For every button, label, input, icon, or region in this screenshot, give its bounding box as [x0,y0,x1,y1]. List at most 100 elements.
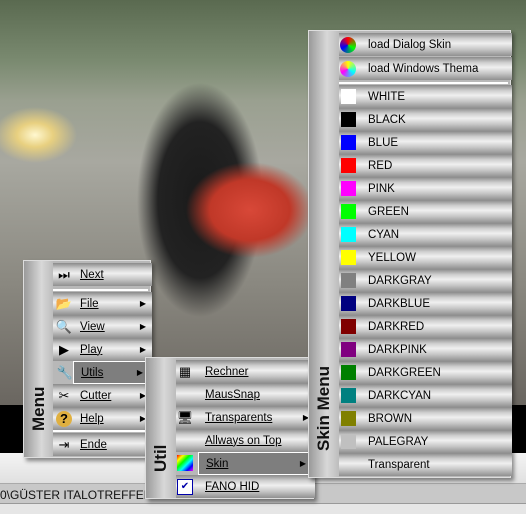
menu-item-label: DARKGRAY [368,274,432,287]
menu-item-transparents[interactable]: 🖥 Transparents ▶ [176,406,315,429]
menu-item-label: DARKGREEN [368,366,441,379]
menu-item-next[interactable]: ⏭ Next [53,263,152,286]
util-menu-sidebar: Util [146,358,176,498]
submenu-arrow-icon: ▶ [136,368,143,377]
menu-item-label: Allways on Top [205,434,282,447]
menu-item-label: DARKPINK [368,343,427,356]
skin-color-palegray[interactable]: PALEGRAY [339,430,512,453]
menu-item-play[interactable]: ▶ Play ▶ [53,338,152,361]
skin-color-white[interactable]: WHITE [339,85,512,108]
exit-icon: ⇥ [58,436,70,452]
color-swatch-icon [341,342,356,357]
menu-item-label: File [80,297,99,310]
main-menu-sidebar: Menu [24,261,53,457]
color-swatch-icon [341,135,356,150]
menu-item-load-windows-thema[interactable]: load Windows Thema [339,57,512,80]
skin-color-darkgreen[interactable]: DARKGREEN [339,361,512,384]
menu-item-label: BLACK [368,113,406,126]
menu-separator [339,82,508,84]
skin-color-brown[interactable]: BROWN [339,407,512,430]
menu-item-utils[interactable]: 🔧 Utils ▶ [57,361,150,384]
bottom-bar [0,503,526,514]
menu-item-label: DARKCYAN [368,389,432,402]
menu-item-label: DARKRED [368,320,425,333]
menu-separator [53,430,148,432]
menu-item-label: Cutter [80,389,112,402]
rgb-circles-icon [340,36,356,53]
skin-color-red[interactable]: RED [339,154,512,177]
skin-color-darkred[interactable]: DARKRED [339,315,512,338]
skin-menu-sidebar: Skin Menu [309,31,339,477]
menu-item-fano-hid[interactable]: ✔ FANO HID [176,475,315,498]
skin-color-transparent[interactable]: Transparent [339,453,512,476]
skin-menu-title: Skin Menu [314,365,333,451]
color-swatch-icon [341,411,356,426]
menu-item-view[interactable]: 🔍 View ▶ [53,315,152,338]
skin-color-yellow[interactable]: YELLOW [339,246,512,269]
skin-color-black[interactable]: BLACK [339,108,512,131]
color-spectrum-icon [177,455,193,471]
view-icon: 🔍 [55,318,73,334]
color-swatch-icon [341,388,356,403]
checkbox-icon: ✔ [177,478,193,495]
menu-item-load-dialog-skin[interactable]: load Dialog Skin [339,33,512,56]
skin-menu: Skin Menu load Dialog Skin load Windows T… [308,30,512,478]
menu-item-label: Skin [206,457,229,470]
monitor-icon: 🖥 [176,409,194,425]
skin-color-cyan[interactable]: CYAN [339,223,512,246]
skin-color-darkblue[interactable]: DARKBLUE [339,292,512,315]
skin-color-blue[interactable]: BLUE [339,131,512,154]
menu-item-label: MausSnap [205,388,260,401]
color-swatch-icon [341,434,356,449]
menu-item-ende[interactable]: ⇥ Ende [53,433,152,456]
menu-item-label: RED [368,159,393,172]
help-icon: ? [56,410,72,427]
play-icon: ▶ [59,341,69,357]
menu-item-label: Utils [81,366,104,379]
color-swatch-icon [341,273,356,288]
menu-item-label: Transparents [205,411,273,424]
scissors-icon: ✂ [58,387,70,403]
menu-item-label: BROWN [368,412,413,425]
menu-item-help[interactable]: ? Help ▶ [53,407,152,430]
menu-item-label: Ende [80,438,107,451]
color-swatch-icon [341,296,356,311]
main-menu-title: Menu [28,386,48,431]
skin-color-darkgray[interactable]: DARKGRAY [339,269,512,292]
submenu-arrow-icon: ▶ [139,322,146,331]
next-track-icon: ⏭ [58,266,70,282]
folder-icon: 📂 [55,295,73,311]
menu-item-allways-on-top[interactable]: Allways on Top [176,429,315,452]
menu-item-maussnap[interactable]: MausSnap [176,383,315,406]
color-swatch-icon [341,250,356,265]
cmy-circles-icon [340,60,356,77]
skin-color-darkcyan[interactable]: DARKCYAN [339,384,512,407]
color-swatch-icon [341,227,356,242]
color-swatch-icon [341,319,356,334]
menu-item-label: YELLOW [368,251,416,264]
color-swatch-icon [341,204,356,219]
menu-item-rechner[interactable]: ▦ Rechner [176,360,315,383]
menu-item-label: Next [80,268,104,281]
menu-item-label: Transparent [368,458,430,471]
skin-color-pink[interactable]: PINK [339,177,512,200]
submenu-arrow-icon: ▶ [139,345,146,354]
skin-color-green[interactable]: GREEN [339,200,512,223]
menu-item-label: CYAN [368,228,400,241]
menu-item-label: load Dialog Skin [368,38,452,51]
menu-item-label: Rechner [205,365,249,378]
menu-item-label: load Windows Thema [368,62,479,75]
util-menu: Util ▦ Rechner MausSnap 🖥 Transparents ▶ Allwa… [145,357,315,499]
skin-color-darkpink[interactable]: DARKPINK [339,338,512,361]
menu-item-label: WHITE [368,90,406,103]
menu-item-skin[interactable]: Skin ▶ [198,452,313,475]
menu-separator [53,289,148,291]
main-menu: Menu ⏭ Next 📂 File ▶ 🔍 View ▶ ▶ Play ▶ 🔧 Utils ▶ ✂ Cutt… [23,260,152,458]
menu-item-file[interactable]: 📂 File ▶ [53,292,152,315]
menu-item-label: Play [80,343,103,356]
menu-item-label: DARKBLUE [368,297,430,310]
menu-item-cutter[interactable]: ✂ Cutter ▶ [53,384,152,407]
submenu-arrow-icon: ▶ [299,459,306,468]
wrench-icon: 🔧 [56,364,74,380]
calculator-icon: ▦ [178,363,192,379]
